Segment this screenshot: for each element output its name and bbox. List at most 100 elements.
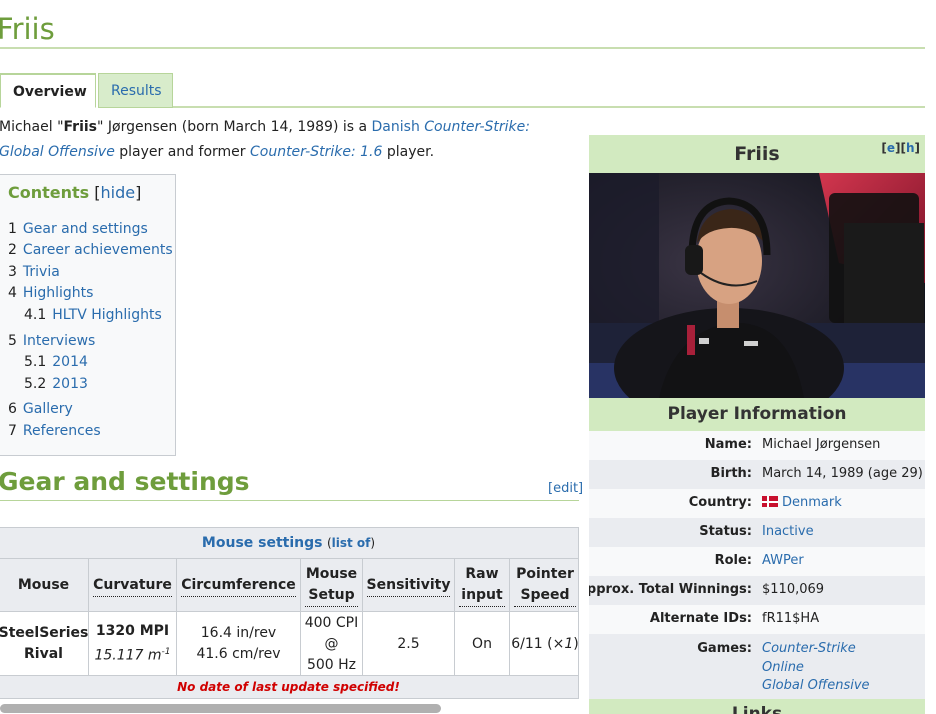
section-divider xyxy=(0,500,579,501)
list-of-link[interactable]: list of xyxy=(332,536,371,550)
tab-results[interactable]: Results xyxy=(98,73,173,108)
link-cs16[interactable]: Counter-Strike: 1.6 xyxy=(250,144,382,160)
toc-title: Contents xyxy=(8,183,90,202)
game-link[interactable]: Online xyxy=(762,660,804,675)
field-value: fR11$HA xyxy=(762,611,820,626)
table-of-contents: Contents [hide] 1 Gear and settings 2 Care… xyxy=(0,174,176,456)
toc-header: Contents [hide] xyxy=(8,183,141,202)
toc-number: 5.2 xyxy=(24,376,47,392)
toc-link[interactable]: Career achievements xyxy=(23,242,173,258)
page-title: Friis xyxy=(0,12,55,46)
denmark-flag-icon xyxy=(762,496,778,507)
infobox-history-link[interactable]: h xyxy=(906,141,915,155)
game-link[interactable]: Global Offensive xyxy=(762,678,870,693)
pointer-close: ) xyxy=(573,635,579,652)
link-danish[interactable]: Danish xyxy=(372,119,420,135)
cell-pointer-speed: 6/11 (× 1) xyxy=(510,612,579,676)
circumference-cm: 41.6 cm/rev xyxy=(196,646,281,662)
toc-link[interactable]: 2014 xyxy=(52,354,88,370)
header-raw-input: Raw input xyxy=(455,559,510,612)
player-photo[interactable] xyxy=(589,173,925,398)
toc-link[interactable]: References xyxy=(23,423,101,439)
intro-text: Michael " xyxy=(0,119,64,135)
title-divider xyxy=(0,47,925,49)
toc-number: 3 xyxy=(8,264,17,280)
status-link[interactable]: Inactive xyxy=(762,524,814,539)
curvature-metric: 15.117 m-1 xyxy=(94,642,170,667)
horizontal-scrollbar[interactable] xyxy=(0,704,441,713)
intro-text: player and former xyxy=(114,144,250,160)
header-circumference: Circumference xyxy=(177,559,301,612)
toc-item[interactable]: 5.2 2013 xyxy=(24,376,88,392)
setup-at: @ xyxy=(324,635,339,652)
field-value: March 14, 1989 (age 29) xyxy=(762,466,923,481)
infobox-row-role: Role: AWPer xyxy=(589,547,925,576)
infobox-row-name: Name: Michael Jørgensen xyxy=(589,431,925,460)
field-label: Approx. Total Winnings: xyxy=(589,582,752,597)
field-value: Michael Jørgensen xyxy=(762,437,881,452)
infobox-row-games: Games: Counter-Strike Online Global Offe… xyxy=(589,634,925,699)
field-value: Denmark xyxy=(762,495,842,510)
header-sensitivity: Sensitivity xyxy=(363,559,455,612)
infobox-row-country: Country: Denmark xyxy=(589,489,925,518)
toc-number: 1 xyxy=(8,221,17,237)
tabs-divider xyxy=(173,106,925,108)
intro-nickname: Friis xyxy=(63,119,98,135)
cell-sensitivity: 2.5 xyxy=(363,612,455,676)
toc-number: 4 xyxy=(8,285,17,301)
mouse-settings-link[interactable]: Mouse settings xyxy=(202,535,323,551)
toc-item[interactable]: 6 Gallery xyxy=(8,401,73,417)
toc-item[interactable]: 7 References xyxy=(8,423,101,439)
toc-link[interactable]: 2013 xyxy=(52,376,88,392)
toc-hide-link[interactable]: hide xyxy=(101,183,136,202)
toc-item[interactable]: 5 Interviews xyxy=(8,333,95,349)
toc-hide-toggle[interactable]: [hide] xyxy=(94,183,141,202)
game-link[interactable]: Counter-Strike xyxy=(762,641,856,656)
infobox-row-winnings: Approx. Total Winnings: $110,069 xyxy=(589,576,925,605)
toc-item[interactable]: 4.1 HLTV Highlights xyxy=(24,307,162,323)
circumference-in: 16.4 in/rev xyxy=(200,625,277,641)
toc-link[interactable]: Gallery xyxy=(23,401,73,417)
infobox-edit-link[interactable]: e xyxy=(887,141,895,155)
tab-overview[interactable]: Overview xyxy=(0,73,96,108)
toc-number: 5.1 xyxy=(24,354,47,370)
intro-text: player. xyxy=(382,144,435,160)
infobox-section-heading: Player Information xyxy=(589,398,925,431)
toc-item[interactable]: 1 Gear and settings xyxy=(8,221,148,237)
toc-item[interactable]: 3 Trivia xyxy=(8,264,60,280)
player-infobox: Friis [e][h] Player Information Name: Mi… xyxy=(589,135,925,714)
player-photo-svg xyxy=(589,173,925,398)
infobox-title: Friis [e][h] xyxy=(589,135,925,173)
cell-circumference: 16.4 in/rev 41.6 cm/rev xyxy=(177,612,301,676)
header-mouse: Mouse xyxy=(0,559,89,612)
field-label: Country: xyxy=(688,495,752,510)
intro-text: " Jørgensen (born March 14, 1989) is a xyxy=(97,119,372,135)
toc-number: 5 xyxy=(8,333,17,349)
pointer-multiplier: 1 xyxy=(564,635,574,652)
toc-item[interactable]: 2 Career achievements xyxy=(8,242,173,258)
toc-item[interactable]: 5.1 2014 xyxy=(24,354,88,370)
cell-mouse: SteelSeries Rival xyxy=(0,612,89,676)
field-label: Alternate IDs: xyxy=(649,611,752,626)
toc-link[interactable]: Gear and settings xyxy=(23,221,148,237)
field-label: Status: xyxy=(699,524,752,539)
role-link[interactable]: AWPer xyxy=(762,553,804,568)
header-pointer-speed: Pointer Speed xyxy=(510,559,578,612)
infobox-links-heading: Links xyxy=(589,699,925,714)
section-edit-link[interactable]: [edit] xyxy=(548,481,583,496)
toc-link[interactable]: Trivia xyxy=(23,264,60,280)
cell-mouse-setup: 400 CPI @ 500 Hz xyxy=(301,612,363,676)
toc-link[interactable]: Interviews xyxy=(23,333,95,349)
toc-link[interactable]: HLTV Highlights xyxy=(52,307,161,323)
table-footer-warning: No date of last update specified! xyxy=(0,676,578,698)
infobox-row-status: Status: Inactive xyxy=(589,518,925,547)
country-link[interactable]: Denmark xyxy=(782,495,842,510)
curvature-metric-value: 15.117 m xyxy=(94,647,162,664)
field-label: Birth: xyxy=(710,466,752,481)
table-row: SteelSeries Rival 1320 MPI 15.117 m-1 16… xyxy=(0,612,578,676)
header-curvature: Curvature xyxy=(89,559,177,612)
toc-item[interactable]: 4 Highlights xyxy=(8,285,93,301)
toc-link[interactable]: Highlights xyxy=(23,285,94,301)
edit-link[interactable]: edit xyxy=(553,481,578,496)
caption-list-wrap: (list of) xyxy=(326,536,376,550)
